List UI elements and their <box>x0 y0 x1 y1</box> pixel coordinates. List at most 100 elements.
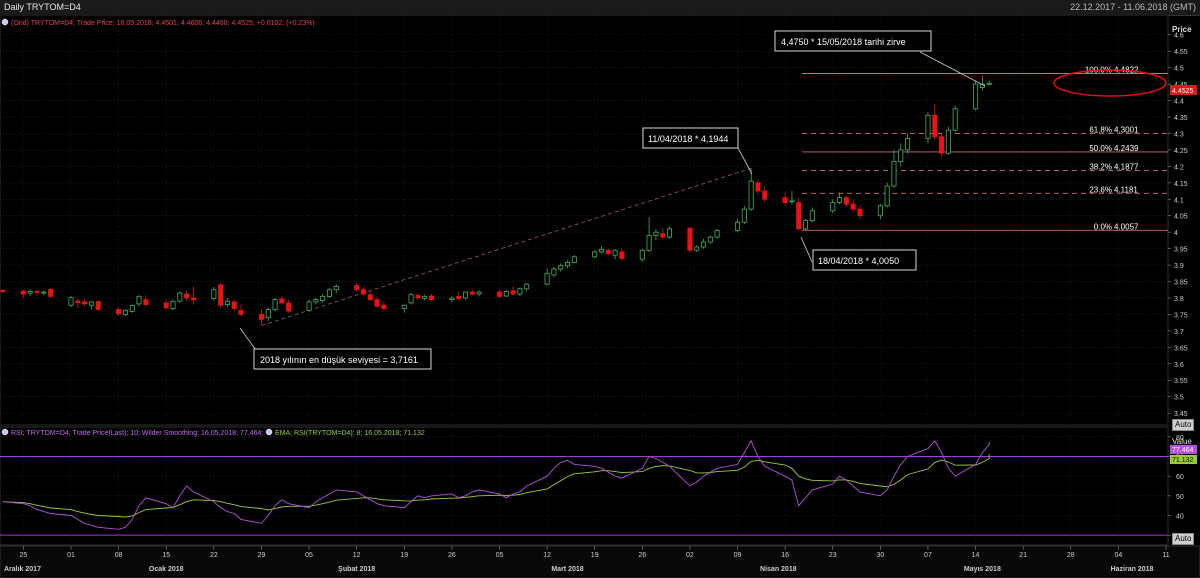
candle-body <box>884 185 890 207</box>
candle-body <box>34 290 40 293</box>
price-tick-label: 4.5 <box>1174 66 1184 73</box>
candle-body <box>75 300 81 303</box>
x-tick-label: 14 <box>972 552 980 559</box>
candle-body <box>558 265 564 270</box>
candle-body <box>415 294 421 299</box>
candle-body <box>694 246 700 251</box>
candle-body <box>68 297 74 306</box>
callout-text: 18/04/2018 * 4,0050 <box>818 256 899 266</box>
x-tick-label: 23 <box>829 552 837 559</box>
price-tick-label: 3.5 <box>1174 395 1184 402</box>
price-tick-label: 4.6 <box>1174 33 1184 40</box>
candle-body <box>646 235 652 251</box>
x-tick-label: 12 <box>353 552 361 559</box>
candle-body <box>714 230 720 238</box>
price-tick-label: 3.7 <box>1174 329 1184 336</box>
candle-body <box>687 227 693 251</box>
x-tick-label: 05 <box>496 552 504 559</box>
price-tick-label: 3.45 <box>1174 411 1188 418</box>
candle-body <box>184 293 190 299</box>
price-tick-label: 4.4 <box>1174 99 1184 106</box>
x-tick-label: 16 <box>781 552 789 559</box>
x-month-label: Aralık 2017 <box>4 566 41 573</box>
candle-body <box>612 249 618 256</box>
x-tick-label: 26 <box>448 552 456 559</box>
rsi-auto-scale-button[interactable]: Auto <box>1172 533 1195 545</box>
candle-body <box>306 301 312 311</box>
candle-body <box>843 197 849 205</box>
candle-body <box>952 108 958 131</box>
fib-level-value: 4.3001 <box>1114 125 1139 134</box>
x-tick-label: 04 <box>1114 552 1122 559</box>
price-tick-label: 3.8 <box>1174 296 1184 303</box>
rsi-tick-label: 80 <box>1176 435 1184 442</box>
candle-body <box>891 161 897 187</box>
candle-body <box>265 309 271 319</box>
x-tick-label: 12 <box>543 552 551 559</box>
candle-body <box>320 295 326 301</box>
fib-level-label: 61.8% <box>1089 125 1112 134</box>
rsi-tick-label: 40 <box>1176 514 1184 521</box>
chart-area: (Ond) TRYTOM=D4; Trade Price; 16.05.2018… <box>0 15 1200 578</box>
legend-icon <box>265 428 273 436</box>
candle-body <box>524 283 530 290</box>
price-tick-label: 4.35 <box>1174 115 1188 122</box>
candle-body <box>939 136 945 154</box>
x-tick-label: 21 <box>1019 552 1027 559</box>
price-tick-label: 3.75 <box>1174 312 1188 319</box>
candle-body <box>986 82 992 85</box>
candle-body <box>279 298 285 304</box>
price-tick-label: 3.6 <box>1174 362 1184 369</box>
candle-body <box>20 290 26 295</box>
fib-level-label: 23.6% <box>1089 185 1112 194</box>
candle-body <box>48 289 54 297</box>
legend-icon <box>1 18 9 26</box>
rsi-last-label: 77.464 <box>1172 447 1194 454</box>
legend-icon <box>1 428 9 436</box>
x-tick-label: 22 <box>210 552 218 559</box>
candle-body <box>129 305 135 312</box>
candle-body <box>667 228 673 238</box>
fib-level-value: 4.0057 <box>1114 222 1139 231</box>
fib-level-value: 4.1181 <box>1114 185 1138 194</box>
candle-body <box>449 297 455 301</box>
x-tick-label: 28 <box>1067 552 1075 559</box>
price-tick-label: 3.9 <box>1174 263 1184 270</box>
price-tick-label: 4.3 <box>1174 131 1184 138</box>
date-range: 22.12.2017 - 11.06.2018 (GMT) <box>1070 2 1196 12</box>
price-tick-label: 3.55 <box>1174 378 1188 385</box>
candle-body <box>41 291 47 294</box>
candle-body <box>82 301 88 305</box>
candle-body <box>789 200 795 203</box>
candle-body <box>599 248 605 253</box>
candle-body <box>653 231 659 236</box>
candle-body <box>401 304 407 309</box>
price-tick-label: 4.55 <box>1174 49 1188 56</box>
candle-body <box>408 294 414 304</box>
x-axis-band <box>0 545 1200 578</box>
candle-body <box>544 272 550 285</box>
price-auto-scale-button[interactable]: Auto <box>1172 419 1195 431</box>
candle-body <box>326 289 332 297</box>
x-tick-label: 15 <box>162 552 170 559</box>
candle-body <box>0 289 6 292</box>
candle-body <box>701 241 707 248</box>
candle-body <box>898 149 904 162</box>
candle-body <box>456 295 462 300</box>
candle-body <box>170 300 176 309</box>
price-tick-label: 4.25 <box>1174 148 1188 155</box>
candle-body <box>762 190 768 200</box>
candle-body <box>619 251 625 259</box>
callout-text: 2018 yılının en düşük seviyesi = 3,7161 <box>260 355 418 365</box>
candle-body <box>143 299 149 305</box>
price-tick-label: 4.2 <box>1174 164 1184 171</box>
candle-body <box>136 295 142 305</box>
candle-body <box>857 208 863 217</box>
x-tick-label: 05 <box>305 552 313 559</box>
candle-body <box>850 203 856 210</box>
candle-body <box>571 256 577 263</box>
candle-body <box>782 197 788 203</box>
candle-body <box>837 197 843 203</box>
candle-body <box>932 114 938 138</box>
candle-body <box>211 289 217 300</box>
